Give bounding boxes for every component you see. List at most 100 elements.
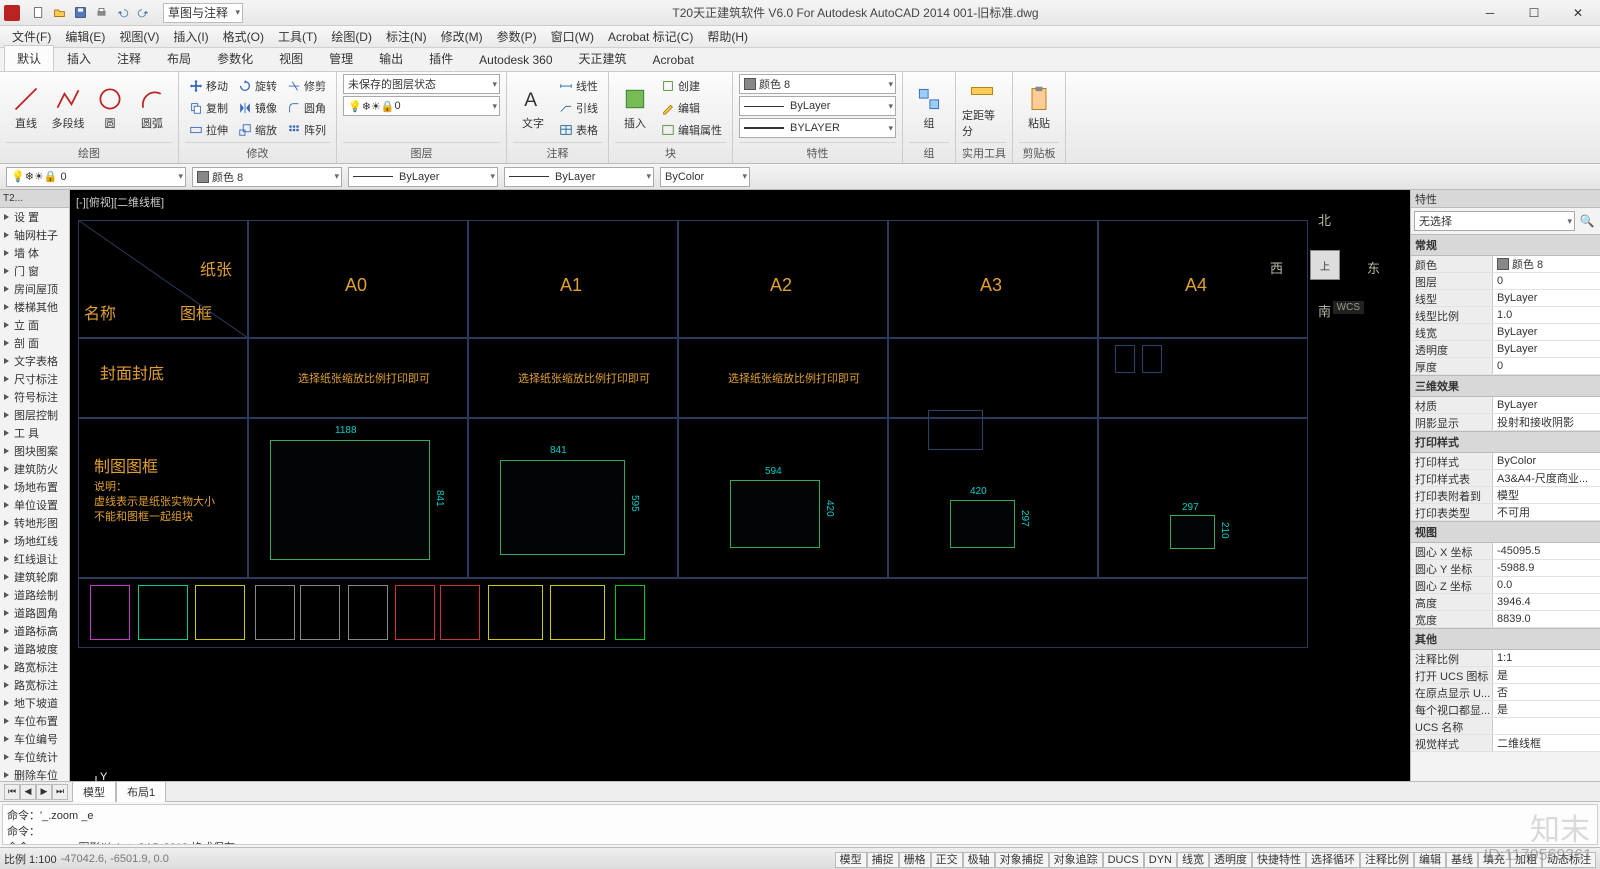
tab-manage[interactable]: 管理 <box>316 45 366 71</box>
status-toggle[interactable]: 透明度 <box>1209 852 1252 868</box>
palette-item[interactable]: 工 具 <box>0 424 69 442</box>
tab-param[interactable]: 参数化 <box>204 45 266 71</box>
property-row[interactable]: 颜色颜色 8 <box>1411 256 1600 273</box>
property-row[interactable]: 打印样式ByColor <box>1411 453 1600 470</box>
status-toggle[interactable]: 动态标注 <box>1542 852 1596 868</box>
layer-state-combo[interactable]: 未保存的图层状态 <box>343 74 500 94</box>
menu-draw[interactable]: 绘图(D) <box>325 26 378 47</box>
qat-print-icon[interactable] <box>91 3 111 23</box>
paste-button[interactable]: 粘贴 <box>1019 76 1059 140</box>
property-row[interactable]: 材质ByLayer <box>1411 397 1600 414</box>
palette-item[interactable]: 路宽标注 <box>0 658 69 676</box>
quickselect-icon[interactable]: 🔍 <box>1577 211 1597 231</box>
maximize-button[interactable]: ☐ <box>1512 0 1556 26</box>
palette-item[interactable]: 楼梯其他 <box>0 298 69 316</box>
property-row[interactable]: 宽度8839.0 <box>1411 611 1600 628</box>
property-row[interactable]: 圆心 Z 坐标0.0 <box>1411 577 1600 594</box>
palette-item[interactable]: 设 置 <box>0 208 69 226</box>
property-row[interactable]: 线宽ByLayer <box>1411 324 1600 341</box>
palette-item[interactable]: 建筑防火 <box>0 460 69 478</box>
palette-item[interactable]: 轴网柱子 <box>0 226 69 244</box>
property-row[interactable]: UCS 名称 <box>1411 718 1600 735</box>
rotate-button[interactable]: 旋转 <box>234 76 281 97</box>
palette-item[interactable]: 地下坡道 <box>0 694 69 712</box>
property-row[interactable]: 注释比例1:1 <box>1411 650 1600 667</box>
move-button[interactable]: 移动 <box>185 76 232 97</box>
status-toggle[interactable]: 快捷特性 <box>1252 852 1306 868</box>
palette-item[interactable]: 红线退让 <box>0 550 69 568</box>
array-button[interactable]: 阵列 <box>283 120 330 141</box>
edit-block-button[interactable]: 编辑 <box>657 98 726 119</box>
property-row[interactable]: 阴影显示投射和接收阴影 <box>1411 414 1600 431</box>
palette-item[interactable]: 道路圆角 <box>0 604 69 622</box>
property-row[interactable]: 线型比例1.0 <box>1411 307 1600 324</box>
menu-acrobat[interactable]: Acrobat 标记(C) <box>602 26 699 47</box>
create-block-button[interactable]: 创建 <box>657 76 726 97</box>
group-button[interactable]: 组 <box>909 76 949 140</box>
arc-button[interactable]: 圆弧 <box>132 76 172 140</box>
polyline-button[interactable]: 多段线 <box>48 76 88 140</box>
status-toggle[interactable]: 基线 <box>1446 852 1478 868</box>
palette-item[interactable]: 道路标高 <box>0 622 69 640</box>
model-tab[interactable]: 模型 <box>72 781 116 802</box>
palette-item[interactable]: 文字表格 <box>0 352 69 370</box>
text-button[interactable]: A文字 <box>513 76 553 140</box>
status-toggle[interactable]: 捕捉 <box>867 852 899 868</box>
tab-insert[interactable]: 插入 <box>54 45 104 71</box>
menu-dim[interactable]: 标注(N) <box>380 26 433 47</box>
palette-item[interactable]: 墙 体 <box>0 244 69 262</box>
tab-view[interactable]: 视图 <box>266 45 316 71</box>
tab-output[interactable]: 输出 <box>366 45 416 71</box>
measure-button[interactable]: 定距等分 <box>962 76 1002 140</box>
status-toggle[interactable]: 加粗 <box>1510 852 1542 868</box>
menu-edit[interactable]: 编辑(E) <box>59 26 111 47</box>
palette-item[interactable]: 房间屋顶 <box>0 280 69 298</box>
trim-button[interactable]: 修剪 <box>283 76 330 97</box>
palette-item[interactable]: 图块图案 <box>0 442 69 460</box>
layout1-tab[interactable]: 布局1 <box>116 781 166 802</box>
palette-item[interactable]: 符号标注 <box>0 388 69 406</box>
property-row[interactable]: 打印表类型不可用 <box>1411 504 1600 521</box>
tab-annot[interactable]: 注释 <box>104 45 154 71</box>
qat-new-icon[interactable] <box>28 3 48 23</box>
toolbar-linetype-combo[interactable]: ByLayer <box>348 167 498 187</box>
layer-combo[interactable]: 💡❄☀🔒 0 <box>343 96 500 116</box>
lineweight-combo[interactable]: BYLAYER <box>739 118 896 138</box>
copy-button[interactable]: 复制 <box>185 98 232 119</box>
status-toggle[interactable]: 栅格 <box>899 852 931 868</box>
palette-item[interactable]: 道路绘制 <box>0 586 69 604</box>
palette-item[interactable]: 转地形图 <box>0 514 69 532</box>
menu-view[interactable]: 视图(V) <box>113 26 165 47</box>
property-row[interactable]: 视觉样式二维线框 <box>1411 735 1600 752</box>
property-row[interactable]: 在原点显示 U...否 <box>1411 684 1600 701</box>
menu-insert[interactable]: 插入(I) <box>167 26 214 47</box>
menu-param[interactable]: 参数(P) <box>491 26 543 47</box>
property-row[interactable]: 圆心 X 坐标-45095.5 <box>1411 543 1600 560</box>
palette-item[interactable]: 车位布置 <box>0 712 69 730</box>
status-toggle[interactable]: DUCS <box>1103 852 1144 868</box>
palette-item[interactable]: 立 面 <box>0 316 69 334</box>
palette-item[interactable]: 场地红线 <box>0 532 69 550</box>
palette-item[interactable]: 尺寸标注 <box>0 370 69 388</box>
palette-item[interactable]: 门 窗 <box>0 262 69 280</box>
status-toggle[interactable]: 对象追踪 <box>1049 852 1103 868</box>
stretch-button[interactable]: 拉伸 <box>185 120 232 141</box>
status-toggle[interactable]: 正交 <box>931 852 963 868</box>
tab-nav-first[interactable]: ⏮ <box>4 784 20 800</box>
drawing-canvas[interactable]: [-][俯视][二维线框] 北 南 西 东 上 WCS YX 纸张 名称 图框 … <box>70 190 1410 869</box>
close-button[interactable]: ✕ <box>1556 0 1600 26</box>
toolbar-color-combo[interactable]: 颜色 8 <box>192 167 342 187</box>
palette-item[interactable]: 道路坡度 <box>0 640 69 658</box>
menu-modify[interactable]: 修改(M) <box>435 26 489 47</box>
tab-default[interactable]: 默认 <box>4 45 54 71</box>
palette-item[interactable]: 场地布置 <box>0 478 69 496</box>
status-toggle[interactable]: 注释比例 <box>1360 852 1414 868</box>
status-toggle[interactable]: 极轴 <box>963 852 995 868</box>
status-toggle[interactable]: 对象捕捉 <box>995 852 1049 868</box>
palette-item[interactable]: 建筑轮廓 <box>0 568 69 586</box>
qat-undo-icon[interactable] <box>112 3 132 23</box>
palette-item[interactable]: 剖 面 <box>0 334 69 352</box>
linetype-combo[interactable]: ByLayer <box>739 96 896 116</box>
tab-nav-last[interactable]: ⏭ <box>52 784 68 800</box>
property-row[interactable]: 每个视口都显...是 <box>1411 701 1600 718</box>
